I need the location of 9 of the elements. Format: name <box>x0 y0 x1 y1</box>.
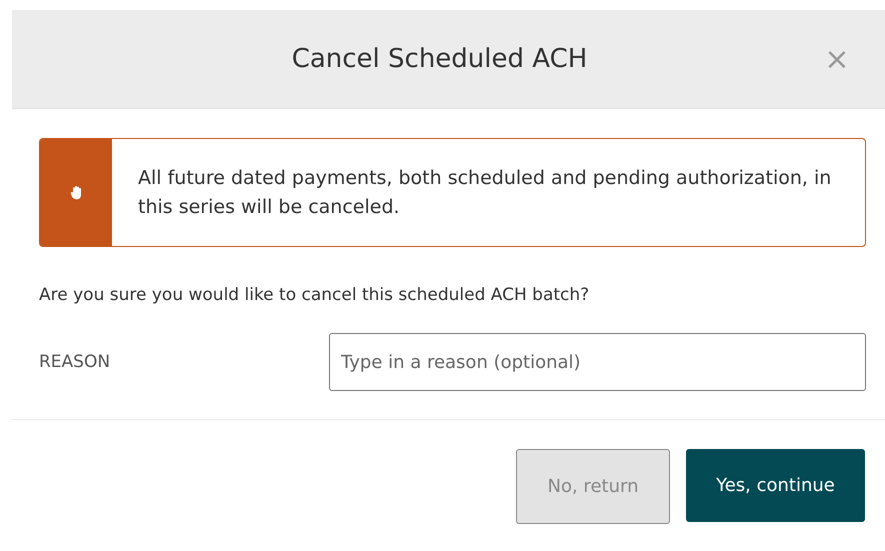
continue-button[interactable]: Yes, continue <box>686 449 865 522</box>
alert-message: All future dated payments, both scheduled and pending authorization, in this series will be canceled. <box>137 166 832 220</box>
confirmation-question: Are you sure you would like to cancel this scheduled ACH batch? <box>39 285 590 305</box>
field-label: REASON <box>39 352 112 372</box>
return-button[interactable]: No, return <box>516 449 670 524</box>
hand-icon <box>70 185 82 200</box>
reason-field[interactable]: Type in a reason (optional) <box>329 333 866 391</box>
close-button[interactable]: × <box>807 42 867 76</box>
dialog-title: Cancel Scheduled ACH <box>290 44 588 74</box>
